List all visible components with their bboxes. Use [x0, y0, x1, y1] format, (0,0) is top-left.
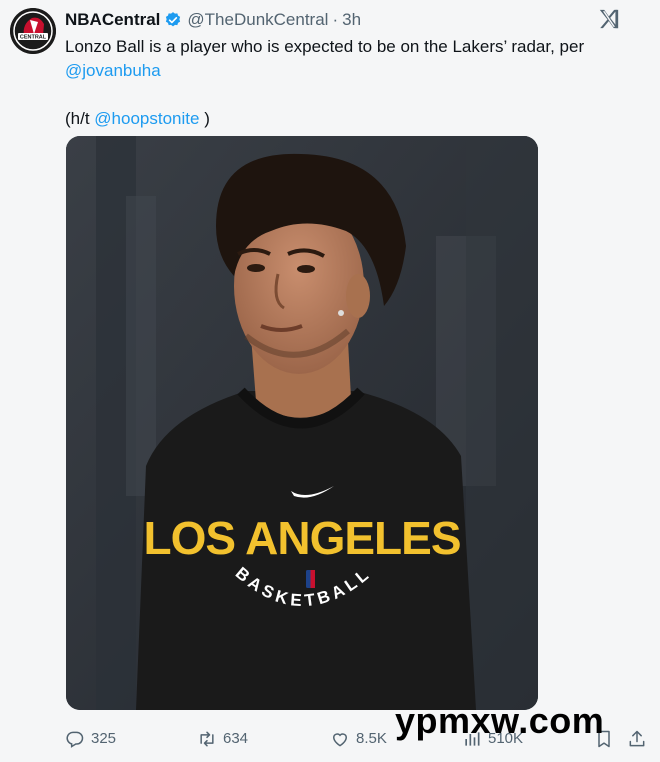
ht-suffix: ) [199, 109, 210, 128]
x-logo-icon[interactable] [598, 8, 620, 30]
like-icon [332, 733, 348, 747]
avatar-text: CENTRAL [20, 35, 47, 41]
share-button[interactable] [627, 726, 653, 752]
nba-central-logo: CENTRAL [10, 8, 56, 54]
repost-button[interactable]: 634 [197, 726, 248, 752]
mention-jovanbuha[interactable]: @jovanbuha [65, 61, 161, 80]
shirt-text: LOS ANGELES [144, 512, 461, 564]
repost-icon [200, 731, 214, 747]
reply-icon [66, 731, 84, 748]
like-count: 8.5K [356, 730, 387, 747]
avatar[interactable]: CENTRAL [10, 8, 56, 54]
verified-badge-icon [166, 12, 181, 27]
ht-prefix: (h/t [65, 109, 95, 128]
separator-dot: · [332, 10, 339, 29]
reply-count: 325 [91, 730, 117, 747]
timestamp[interactable]: 3h [342, 10, 361, 30]
display-name[interactable]: NBACentral [65, 10, 160, 30]
handle[interactable]: @TheDunkCentral [187, 10, 328, 30]
share-icon [629, 730, 645, 747]
tweet-text: Lonzo Ball is a player who is expected t… [65, 35, 645, 131]
mention-hoopstonite[interactable]: @hoopstonite [94, 109, 199, 128]
tweet-text-line1: Lonzo Ball is a player who is expected t… [65, 37, 585, 56]
tweet-header: NBACentral @TheDunkCentral · 3h [65, 9, 361, 31]
watermark-text: ypmxw.com [395, 700, 605, 741]
player-photo: LOS ANGELES BASKETBALL [66, 136, 538, 710]
tweet-media-image[interactable]: LOS ANGELES BASKETBALL [66, 136, 538, 710]
reply-button[interactable]: 325 [65, 726, 116, 752]
repost-count: 634 [223, 730, 249, 747]
like-button[interactable]: 8.5K [330, 726, 387, 752]
